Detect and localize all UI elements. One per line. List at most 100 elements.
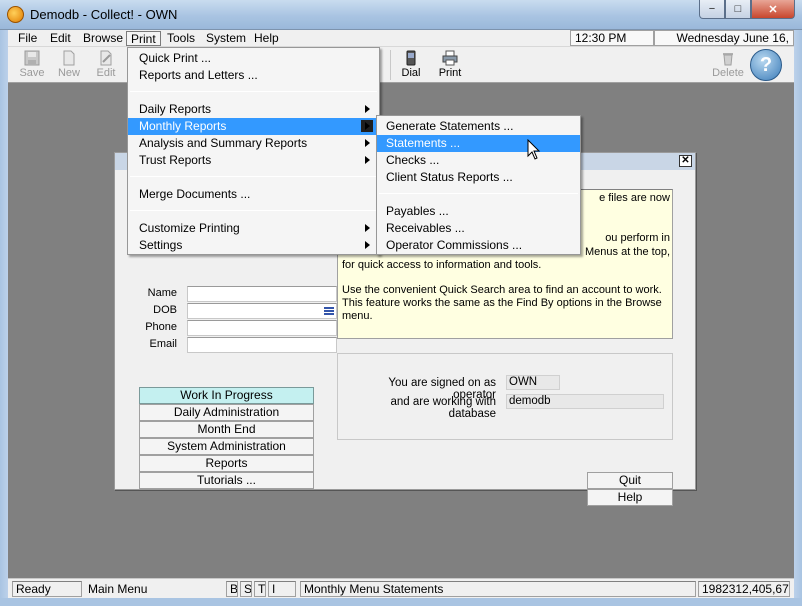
daily-administration-button[interactable]: Daily Administration [139, 404, 314, 421]
menu-edit[interactable]: Edit [46, 31, 75, 46]
new-button[interactable]: New [51, 48, 87, 81]
edit-button[interactable]: Edit [88, 48, 124, 81]
menu-item-monthly-reports[interactable]: Monthly Reports [128, 118, 379, 135]
menu-system[interactable]: System [202, 31, 250, 46]
info-line: This feature works the same as the Find … [342, 297, 662, 309]
delete-label: Delete [712, 67, 744, 79]
menu-item-customize-printing[interactable]: Customize Printing [128, 220, 379, 237]
menu-item-label: Quick Print ... [139, 51, 212, 65]
submenu-item-statements[interactable]: Statements ... [377, 135, 580, 152]
info-line: menu. [342, 310, 373, 322]
menu-item-label: Trust Reports [139, 153, 212, 167]
menu-print[interactable]: Print [126, 31, 161, 46]
menu-browse[interactable]: Browse [79, 31, 127, 46]
name-field[interactable] [187, 286, 337, 302]
submenu-item-generate-statements[interactable]: Generate Statements ... [377, 118, 580, 135]
status-flag-t: T [254, 581, 266, 597]
dial-label: Dial [401, 67, 421, 79]
system-administration-button[interactable]: System Administration [139, 438, 314, 455]
status-screen-name: Main Menu [88, 582, 148, 596]
menu-separator [130, 176, 377, 177]
submenu-arrow-icon [361, 120, 373, 132]
status-bar: Ready Main Menu B S T I Monthly Menu Sta… [8, 578, 794, 598]
save-button[interactable]: Save [14, 48, 50, 81]
menu-item-daily-reports[interactable]: Daily Reports [128, 101, 379, 118]
trash-icon [723, 53, 733, 66]
status-counter: 1982312,405,671 [698, 581, 790, 597]
submenu-arrow-icon [365, 241, 370, 249]
info-line: Use the convenient Quick Search area to … [342, 284, 662, 296]
status-message: Monthly Menu Statements [300, 581, 696, 597]
phone-label: Phone [145, 321, 177, 333]
menu-item-label: Reports and Letters ... [139, 68, 258, 82]
menu-item-analysis-summary[interactable]: Analysis and Summary Reports [128, 135, 379, 152]
month-end-button[interactable]: Month End [139, 421, 314, 438]
phone-field[interactable] [187, 320, 337, 336]
toolbar: Save New Edit Dial Print Delete ? [8, 47, 794, 83]
operator-value: OWN [506, 375, 560, 390]
menu-tools[interactable]: Tools [163, 31, 199, 46]
menu-item-label: Monthly Reports [139, 119, 227, 133]
dob-field[interactable] [187, 303, 337, 319]
info-line: for quick access to information and tool… [342, 259, 542, 271]
clock-date: Wednesday June 16, 2010 [654, 30, 794, 59]
submenu-item-receivables[interactable]: Receivables ... [377, 220, 580, 237]
database-value: demodb [506, 394, 664, 409]
menu-bar: File Edit Browse Print Tools System Help… [8, 30, 794, 59]
menu-item-label: Settings [139, 238, 183, 252]
tutorials-button[interactable]: Tutorials ... [139, 472, 314, 489]
submenu-item-operator-commissions[interactable]: Operator Commissions ... [377, 237, 580, 254]
name-label: Name [147, 287, 177, 299]
app-logo-icon [7, 6, 24, 23]
dialog-close-button[interactable]: ✕ [679, 155, 692, 167]
menu-separator [379, 193, 578, 194]
calendar-icon[interactable] [324, 306, 334, 316]
window-border-bottom [0, 598, 802, 606]
quit-button[interactable]: Quit [587, 472, 673, 489]
delete-button[interactable]: Delete [710, 48, 746, 81]
window-title: Demodb - Collect! - OWN [30, 7, 178, 22]
email-label: Email [149, 338, 177, 350]
close-button[interactable]: ✕ [751, 0, 795, 19]
save-label: Save [19, 67, 45, 79]
menu-separator [130, 91, 377, 92]
print-button[interactable]: Print [432, 48, 468, 81]
status-flag-b: B [226, 581, 238, 597]
submenu-arrow-icon [365, 105, 370, 113]
email-field[interactable] [187, 337, 337, 353]
toolbar-separator [390, 50, 391, 80]
work-in-progress-button[interactable]: Work In Progress [139, 387, 314, 404]
print-label: Print [438, 67, 462, 79]
dial-button[interactable]: Dial [393, 48, 429, 81]
submenu-arrow-icon [365, 224, 370, 232]
phone-icon [406, 50, 416, 66]
help-icon[interactable]: ? [750, 49, 782, 81]
database-label: and are working with database [390, 396, 496, 420]
menu-item-merge-documents[interactable]: Merge Documents ... [128, 186, 379, 203]
maximize-button[interactable]: □ [725, 0, 751, 19]
menu-separator [130, 210, 377, 211]
status-flag-s: S [240, 581, 252, 597]
printer-icon [442, 50, 458, 66]
menu-item-label: Analysis and Summary Reports [139, 136, 308, 150]
menu-item-settings[interactable]: Settings [128, 237, 379, 254]
window-controls: − □ ✕ [699, 0, 795, 20]
submenu-arrow-icon [365, 156, 370, 164]
menu-help[interactable]: Help [250, 31, 283, 46]
edit-document-icon [100, 50, 112, 66]
print-menu-dropdown: Quick Print ... Reports and Letters ... … [127, 47, 380, 255]
dob-label: DOB [153, 304, 177, 316]
menu-item-label: Merge Documents ... [139, 187, 251, 201]
menu-item-trust-reports[interactable]: Trust Reports [128, 152, 379, 169]
submenu-item-checks[interactable]: Checks ... [377, 152, 580, 169]
menu-item-quick-print[interactable]: Quick Print ... [128, 50, 379, 67]
help-button[interactable]: Help [587, 489, 673, 506]
submenu-item-payables[interactable]: Payables ... [377, 203, 580, 220]
reports-button[interactable]: Reports [139, 455, 314, 472]
menu-file[interactable]: File [14, 31, 41, 46]
minimize-button[interactable]: − [699, 0, 725, 19]
submenu-item-client-status-reports[interactable]: Client Status Reports ... [377, 169, 580, 186]
clock-time: 12:30 PM [570, 30, 654, 46]
floppy-disk-icon [24, 50, 40, 66]
menu-item-reports-and-letters[interactable]: Reports and Letters ... [128, 67, 379, 84]
